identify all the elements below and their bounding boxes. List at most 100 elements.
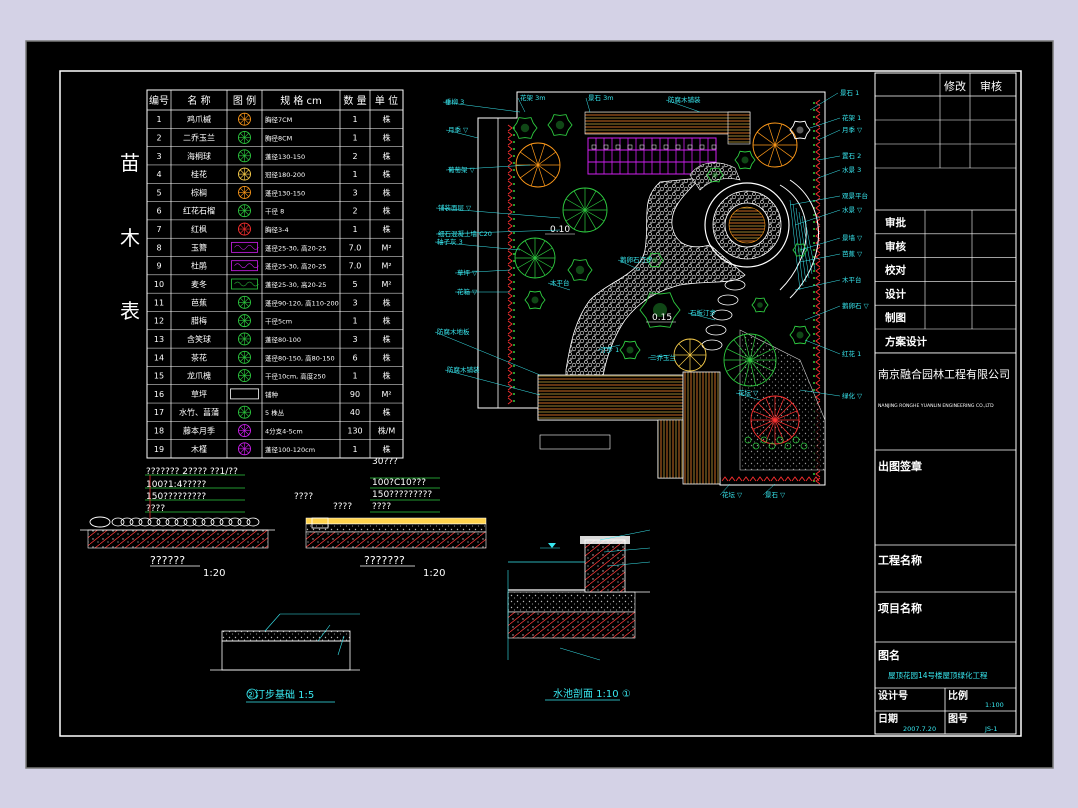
elevation-0-15: 0.15 xyxy=(652,313,672,323)
plan-label: 垂柳 3 xyxy=(445,97,464,106)
table-cell: 株 xyxy=(383,334,391,344)
round-platform xyxy=(704,182,790,268)
company-name: 南京融合园林工程有限公司 xyxy=(878,367,1010,381)
section-a-note-2: 100?1:4????? xyxy=(146,480,207,490)
plan-label: 防腐木铺装 xyxy=(447,365,480,374)
table-header-cell: 图 例 xyxy=(233,94,256,107)
table-cell: 6 xyxy=(156,207,161,216)
section-b-mid-note: ???? xyxy=(333,502,352,512)
table-cell: 木槿 xyxy=(191,444,207,454)
table-cell: 株 xyxy=(383,444,391,454)
table-cell: 7.0 xyxy=(349,243,362,252)
plan-label: 芭蕉 ▽ xyxy=(842,249,862,258)
rose-icon xyxy=(238,424,251,437)
table-cell: 蓬径25-30, 高20-25 xyxy=(265,262,326,271)
date-label: 日期 xyxy=(878,712,898,725)
plan-label: 月季 ▽ xyxy=(842,125,862,134)
plan-label: 二乔玉兰 xyxy=(650,353,677,362)
table-cell: 9 xyxy=(156,262,161,271)
table-cell: 15 xyxy=(154,372,164,381)
table-cell: 蓬径130-150 xyxy=(265,152,305,161)
table-cell: 蓬径100-120cm xyxy=(265,445,315,454)
table-cell: 干径10cm, 高度250 xyxy=(265,372,326,381)
section-a-note-4: ???? xyxy=(146,504,165,514)
seal-label: 出图签章 xyxy=(878,459,922,473)
table-cell: 胸径7CM xyxy=(265,115,292,124)
sheet-label: 图号 xyxy=(948,713,968,725)
table-cell: 干径5cm xyxy=(265,317,292,326)
table-cell: 红花石榴 xyxy=(183,206,215,216)
table-cell: 16 xyxy=(154,390,164,399)
table-cell: 1 xyxy=(352,445,357,454)
plan-label: 花箱 ▽ xyxy=(457,287,477,296)
table-cell: 株/M xyxy=(378,426,396,436)
cad-drawing-canvas: 苗 木 表 编号 名 称 图 例 规 格 cm 数 量单 位 1 鸡爪槭 胸径7CM 1 株 2 二乔… xyxy=(25,40,1054,769)
camellia-icon xyxy=(238,350,251,364)
plan-label: 花坛 ▽ xyxy=(738,388,758,397)
table-cell: 8 xyxy=(156,243,161,252)
section-a-note-3: 150????????? xyxy=(146,492,206,502)
table-cell: 株 xyxy=(383,352,391,362)
water-plant-icon xyxy=(238,405,251,419)
section-b-left-note: ???? xyxy=(294,492,313,502)
approval-row-label: 制图 xyxy=(885,311,906,324)
revision-header-modify: 修改 xyxy=(944,79,966,93)
scale-label: 比例 xyxy=(948,689,968,702)
scale-value: 1:100 xyxy=(985,701,1004,709)
table-cell: 1 xyxy=(352,115,357,124)
section-b-note-3: 150????????? xyxy=(372,490,432,500)
table-cell: 2 xyxy=(352,152,357,161)
section-a-scale: 1:20 xyxy=(203,568,225,579)
table-cell: 3 xyxy=(352,188,357,197)
table-cell: 株 xyxy=(383,151,391,161)
table-cell: 1 xyxy=(352,372,357,381)
section-a-note-1: ??????? 2???? ??1/?? xyxy=(146,467,238,477)
table-cell: 红枫 xyxy=(191,224,207,234)
table-cell: 棕榈 xyxy=(191,187,207,197)
table-cell: 草坪 xyxy=(191,389,207,399)
sheet-value: JS-1 xyxy=(984,725,998,733)
table-cell: 株 xyxy=(383,224,391,234)
approval-row-label: 方案设计 xyxy=(885,335,927,348)
palm-icon xyxy=(238,185,251,199)
plan-label: 景石 3m xyxy=(588,94,614,102)
plan-label: 轴子灰 3 xyxy=(437,237,463,246)
plan-label: 石板汀步 xyxy=(690,308,717,317)
bottom-deck-horizontal xyxy=(537,374,684,421)
table-cell: 11 xyxy=(154,298,164,307)
plan-label: 红花 1 xyxy=(842,349,861,358)
table-cell: 1 xyxy=(352,133,357,142)
approval-row-label: 审核 xyxy=(885,240,906,253)
table-cell: 3 xyxy=(352,298,357,307)
wintersweet-icon xyxy=(238,314,251,328)
table-cell: 胸径8CM xyxy=(265,133,292,142)
company-name-en: NANJING RONGHE YUANLIN ENGINEERING CO.,L… xyxy=(878,403,994,409)
table-cell: 麦冬 xyxy=(191,279,207,289)
table-cell: 90 xyxy=(350,390,360,399)
maple-icon xyxy=(238,112,251,126)
table-cell: 株 xyxy=(383,206,391,216)
table-header-cell: 编号 xyxy=(149,94,169,107)
table-cell: 2 xyxy=(352,207,357,216)
table-cell: 株 xyxy=(383,297,391,307)
table-cell: 株 xyxy=(383,132,391,142)
pool-section-label: 水池剖面 1:10 ① xyxy=(553,687,631,700)
table-cell: 4 xyxy=(156,170,161,179)
table-cell: 1 xyxy=(352,170,357,179)
section-b-scale: 1:20 xyxy=(423,568,445,579)
plan-label: 观景平台 xyxy=(842,191,868,200)
table-cell: 18 xyxy=(154,427,164,436)
section-a-title: ?????? xyxy=(150,554,185,567)
plan-label: 景墙 ▽ xyxy=(842,233,862,242)
table-cell: 玉簪 xyxy=(191,242,207,252)
table-cell: 株 xyxy=(383,187,391,197)
table-cell: 7 xyxy=(156,225,161,234)
plan-label: 花坛 ▽ xyxy=(722,490,742,499)
magnolia-icon xyxy=(238,131,251,144)
section-b-note-1: 30??? xyxy=(372,457,398,467)
drawing-name-label: 图名 xyxy=(878,648,900,662)
table-cell: 芭蕉 xyxy=(191,297,207,307)
table-cell: 13 xyxy=(154,335,164,344)
plan-label: 月季 ▽ xyxy=(448,125,468,134)
table-cell: 株 xyxy=(383,316,391,326)
